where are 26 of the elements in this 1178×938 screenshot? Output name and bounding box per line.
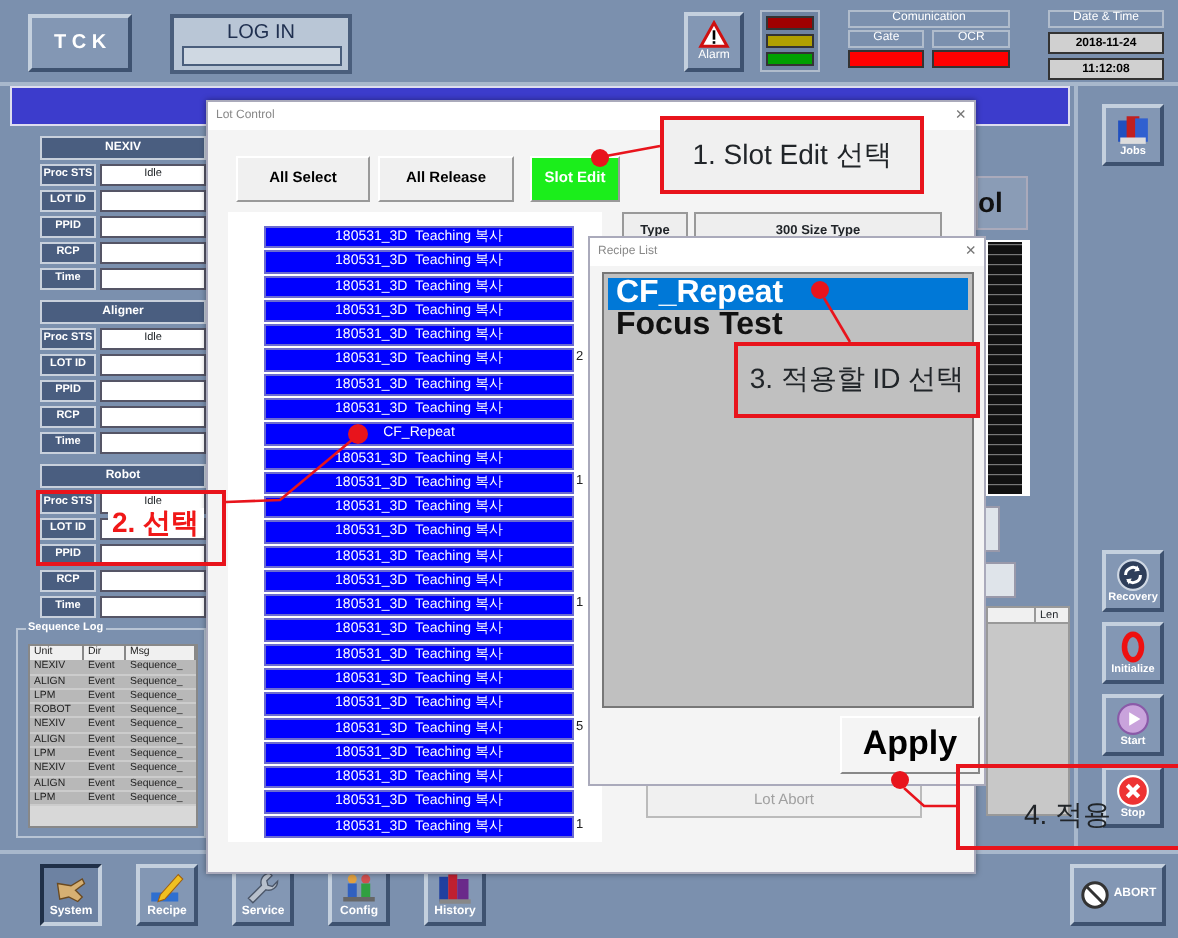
- refresh-icon: [1116, 557, 1150, 592]
- login-panel[interactable]: LOG IN: [170, 14, 352, 74]
- label-box: ol: [976, 176, 1028, 230]
- callout-pointer: [811, 281, 852, 343]
- folders-icon: [1116, 111, 1150, 146]
- callout-text: 2. 선택: [108, 508, 204, 536]
- list-item[interactable]: CF_Repeat: [608, 278, 968, 310]
- play-icon: [1116, 701, 1150, 736]
- wrench-icon: [244, 870, 282, 907]
- x-circle-icon: [1116, 773, 1150, 808]
- login-field[interactable]: [181, 46, 341, 66]
- books-icon: [436, 870, 474, 907]
- close-button[interactable]: ×: [955, 106, 966, 126]
- callout-pointer: [591, 144, 661, 167]
- figures-icon: [340, 870, 378, 907]
- callout-box: 3. 적용할 ID 선택: [734, 342, 980, 418]
- warning-icon: [698, 20, 730, 51]
- pencil-icon: [148, 870, 186, 907]
- login-label: LOG IN: [227, 22, 295, 44]
- ring-icon: [1116, 629, 1150, 664]
- callout-pointer: [891, 771, 956, 808]
- list-item[interactable]: Focus Test: [608, 310, 968, 342]
- close-button[interactable]: ×: [965, 242, 976, 262]
- apply-button[interactable]: Apply: [840, 716, 980, 774]
- prohibition-icon: [1079, 880, 1110, 910]
- callout-box: 1. Slot Edit 선택: [660, 116, 924, 194]
